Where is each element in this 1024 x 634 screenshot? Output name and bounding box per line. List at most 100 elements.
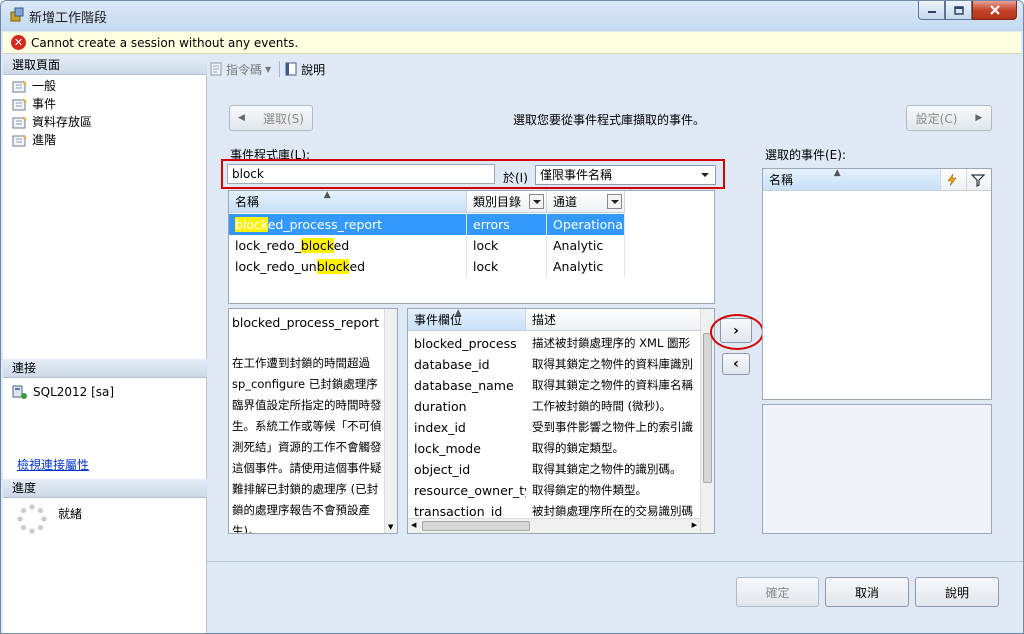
event-description-title: blocked_process_report (232, 315, 380, 330)
table-row[interactable]: lock_redo_unblocked lock Analytic (229, 256, 625, 277)
restore-button[interactable] (945, 1, 972, 20)
ok-button[interactable]: 確定 (736, 577, 819, 607)
new-session-dialog: 新增工作階段 ✕ Cannot create a session without… (0, 0, 1024, 634)
list-item[interactable]: resource_owner_ty... 取得鎖定的物件類型。 (408, 480, 698, 501)
event-category: lock (467, 256, 547, 277)
list-item[interactable]: lock_mode 取得的鎖定類型。 (408, 438, 698, 459)
column-header-selected-name[interactable]: ▲ 名稱 (763, 168, 941, 190)
field-description: 取得其鎖定之物件的識別碼。 (532, 462, 682, 476)
scroll-right-icon: ▶ (691, 521, 697, 529)
view-connection-properties-link[interactable]: 檢視連接屬性 (17, 456, 89, 473)
progress-header: 進度 (3, 479, 207, 498)
event-description-text: 在工作遭到封鎖的時間超過 sp_configure 已封鎖處理序臨界值設定所指定… (232, 356, 382, 534)
list-item[interactable]: blocked_process 描述被封鎖處理序的 XML 圖形 (408, 333, 698, 354)
configure-button-label: 設定(C) (915, 111, 958, 126)
description-scrollbar[interactable]: ▼ (384, 309, 397, 533)
list-item[interactable]: object_id 取得其鎖定之物件的識別碼。 (408, 459, 698, 480)
chevron-down-icon: ▼ (265, 64, 272, 74)
selected-events-label: 選取的事件(E): (765, 148, 846, 162)
field-description: 取得鎖定的物件類型。 (532, 483, 647, 497)
scroll-thumb[interactable] (422, 521, 530, 531)
event-channel: Analytic (547, 235, 625, 256)
filter-icon (970, 174, 986, 187)
event-fields-header: ▲ 事件欄位 描述 (408, 309, 700, 331)
field-description: 取得其鎖定之物件的資料庫名稱 (532, 378, 693, 392)
search-match-highlight: block (235, 217, 268, 232)
remove-event-button[interactable]: ‹ (722, 353, 750, 375)
configure-column-button[interactable] (941, 169, 967, 190)
event-library-header: ▲ 名稱 類別目錄 通道 (229, 191, 625, 213)
category-filter-dropdown[interactable] (529, 194, 544, 209)
table-row[interactable]: lock_redo_blocked lock Analytic (229, 235, 625, 256)
minimize-icon (927, 11, 936, 13)
page-item-general[interactable]: 一般 (12, 77, 56, 94)
error-icon: ✕ (11, 35, 26, 50)
field-description: 取得的鎖定類型。 (532, 441, 624, 455)
event-channel: Operational (547, 214, 625, 235)
page-icon (12, 133, 27, 146)
column-header-name[interactable]: ▲ 名稱 (229, 191, 467, 212)
field-name: duration (414, 399, 467, 414)
progress-indicator: 就緒 (17, 504, 82, 534)
table-row[interactable]: blocked_process_report errors Operationa… (229, 214, 625, 235)
page-item-events[interactable]: 事件 (12, 95, 56, 112)
list-item[interactable]: duration 工作被封鎖的時間 (微秒)。 (408, 396, 698, 417)
cancel-button[interactable]: 取消 (825, 577, 909, 607)
column-header-field[interactable]: ▲ 事件欄位 (408, 309, 526, 330)
scroll-thumb[interactable] (703, 333, 712, 483)
selected-events-header: ▲ 名稱 (763, 168, 991, 191)
restore-icon (953, 5, 964, 15)
field-name: index_id (414, 420, 466, 435)
page-item-data-storage[interactable]: 資料存放區 (12, 113, 92, 130)
event-channel: Analytic (547, 256, 625, 277)
sort-ascending-icon: ▲ (833, 168, 841, 178)
selected-event-description-panel (762, 404, 992, 534)
select-button-label: 選取(S) (262, 111, 304, 126)
script-icon (210, 62, 222, 76)
column-header-description[interactable]: 描述 (526, 309, 700, 330)
filter-column-button[interactable] (967, 169, 991, 190)
event-description-panel: blocked_process_report 在工作遭到封鎖的時間超過 sp_c… (228, 308, 398, 534)
list-item[interactable]: index_id 受到事件影響之物件上的索引識 (408, 417, 698, 438)
column-header-label: 名稱 (235, 195, 260, 209)
close-icon (989, 5, 1000, 15)
help-toolbar-label: 說明 (301, 62, 326, 77)
help-button[interactable]: 說明 (915, 577, 999, 607)
help-icon (285, 62, 297, 76)
page-item-label: 資料存放區 (32, 115, 93, 129)
script-button[interactable]: 指令碼 ▼ (209, 61, 271, 78)
fields-horizontal-scrollbar[interactable]: ◀ ▶ (408, 518, 700, 533)
progress-status: 就緒 (58, 506, 83, 521)
event-name-part: ed_process_report (267, 217, 383, 232)
event-name-part: lock_redo_un (235, 259, 317, 274)
highlight-annotation-circle (710, 314, 764, 350)
fields-vertical-scrollbar[interactable] (700, 309, 714, 533)
search-match-highlight: block (300, 238, 334, 253)
close-button[interactable] (972, 1, 1017, 20)
window-controls (918, 1, 1017, 20)
connection-item: SQL2012 [sa] (12, 384, 114, 400)
selected-events-grid: ▲ 名稱 (762, 168, 992, 400)
field-name: blocked_process (414, 336, 517, 351)
minimize-button[interactable] (918, 1, 945, 20)
chevron-left-icon: ‹ (733, 356, 739, 372)
error-banner: ✕ Cannot create a session without any ev… (3, 32, 1021, 54)
list-item[interactable]: database_id 取得其鎖定之物件的資料庫識別 (408, 354, 698, 375)
scroll-down-icon: ▼ (388, 523, 394, 531)
field-description: 工作被封鎖的時間 (微秒)。 (532, 399, 672, 413)
page-item-advanced[interactable]: 進階 (12, 131, 56, 148)
select-button[interactable]: ◀ 選取(S) (229, 105, 313, 131)
channel-filter-dropdown[interactable] (607, 194, 622, 209)
column-header-label: 類別目錄 (473, 195, 522, 209)
configure-button[interactable]: 設定(C) ▶ (906, 105, 992, 131)
column-header-label: 描述 (532, 313, 557, 327)
event-library-grid: ▲ 名稱 類別目錄 通道 blocked_process_report erro… (228, 190, 715, 304)
sort-ascending-icon: ▲ (454, 308, 462, 318)
column-header-label: 通道 (553, 195, 578, 209)
list-item[interactable]: database_name 取得其鎖定之物件的資料庫名稱 (408, 375, 698, 396)
page-item-label: 進階 (32, 133, 57, 147)
column-header-category[interactable]: 類別目錄 (467, 191, 547, 212)
column-header-channel[interactable]: 通道 (547, 191, 625, 212)
page-icon (12, 79, 27, 92)
help-toolbar-button[interactable]: 說明 (284, 61, 325, 78)
